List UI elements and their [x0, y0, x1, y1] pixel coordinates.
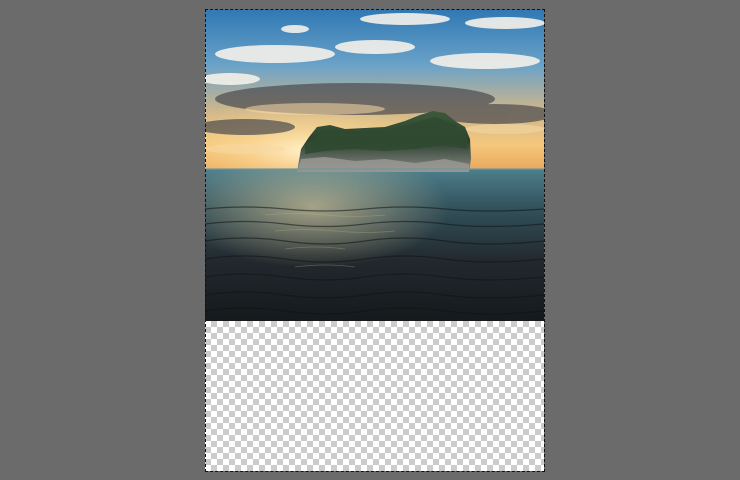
- document-canvas[interactable]: [205, 9, 544, 471]
- horizon-line: [205, 168, 544, 170]
- editor-workspace[interactable]: [0, 0, 740, 480]
- photo-layer[interactable]: [205, 9, 544, 321]
